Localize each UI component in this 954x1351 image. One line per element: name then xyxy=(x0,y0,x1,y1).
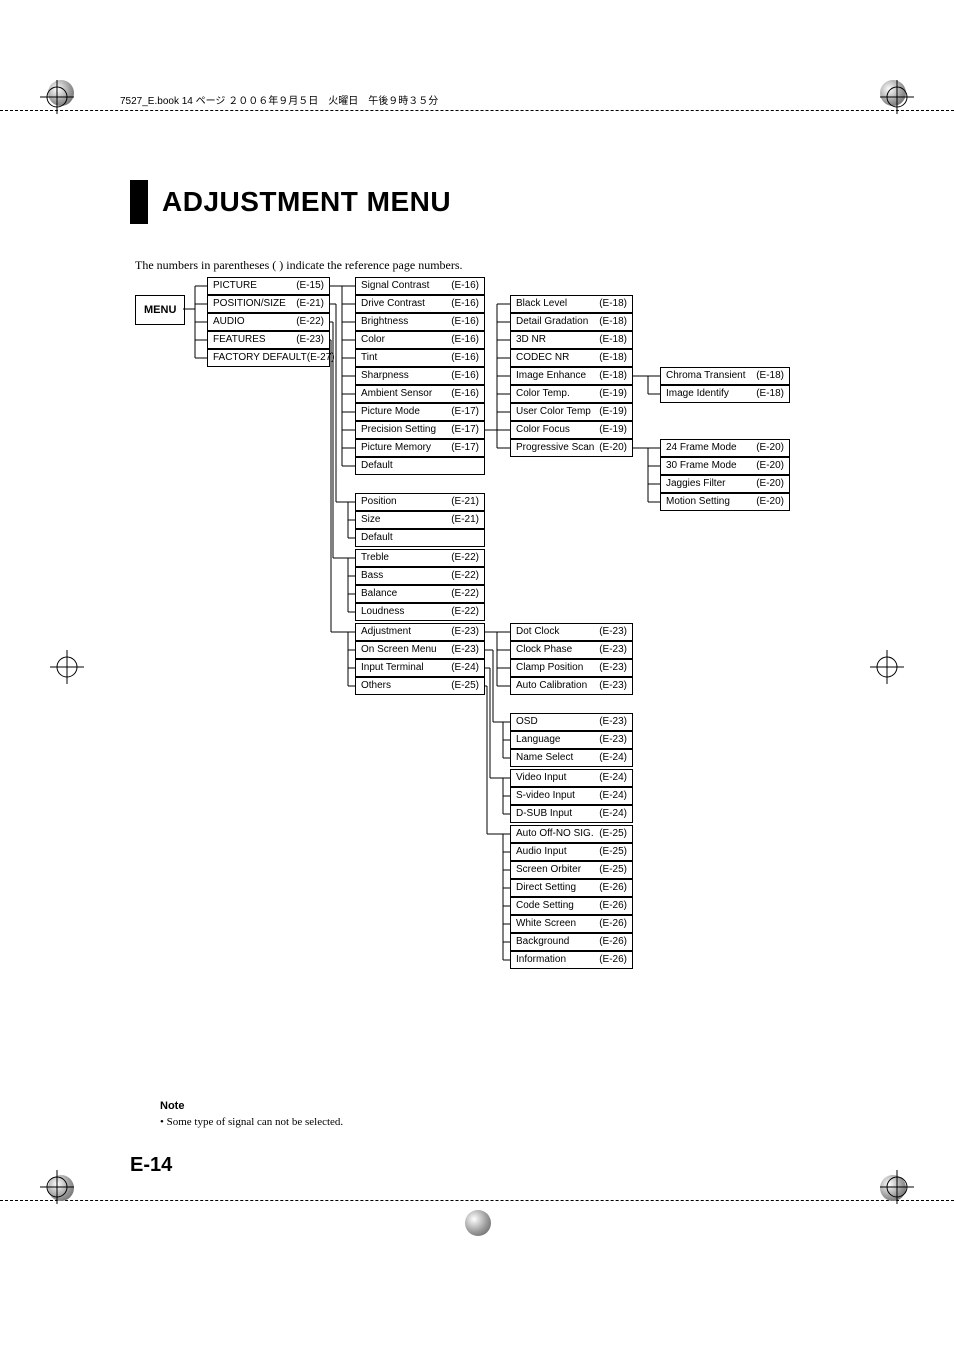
book-file-header: 7527_E.book 14 ページ ２００６年９月５日 火曜日 午後９時３５分 xyxy=(120,92,438,107)
crop-line xyxy=(0,110,954,111)
connector-lines xyxy=(135,275,895,975)
page-number: E-14 xyxy=(130,1154,172,1177)
registration-mark xyxy=(465,1210,491,1236)
registration-target-icon xyxy=(40,80,74,114)
title-accent-bar xyxy=(130,180,148,224)
note-block: Note Some type of signal can not be sele… xyxy=(160,1100,343,1128)
registration-target-icon xyxy=(880,1170,914,1204)
intro-text: The numbers in parentheses ( ) indicate … xyxy=(135,258,463,273)
registration-target-icon xyxy=(50,650,84,684)
registration-target-icon xyxy=(880,80,914,114)
page-title-block: ADJUSTMENT MENU xyxy=(130,180,451,224)
page-title: ADJUSTMENT MENU xyxy=(162,180,451,224)
crop-line xyxy=(0,1200,954,1201)
note-text: Some type of signal can not be selected. xyxy=(160,1116,343,1128)
note-title: Note xyxy=(160,1100,343,1112)
registration-target-icon xyxy=(40,1170,74,1204)
